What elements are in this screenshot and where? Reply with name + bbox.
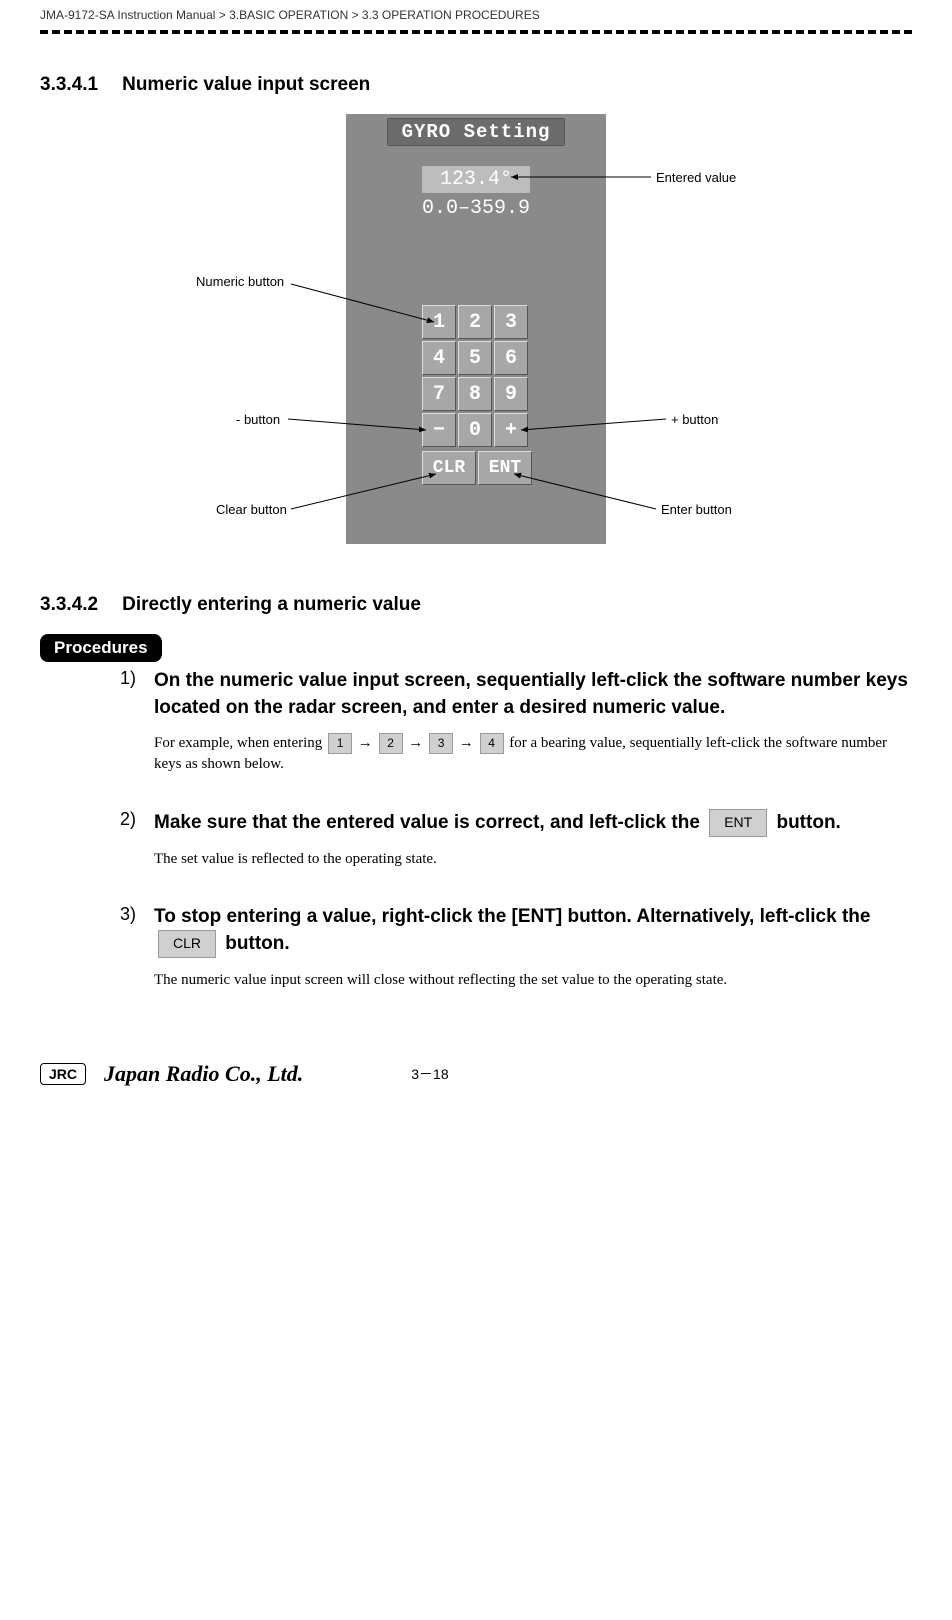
inline-key-3: 3 — [429, 733, 453, 754]
step-title-text: button. — [225, 933, 289, 954]
step-number: 2) — [120, 809, 154, 837]
step-body: The numeric value input screen will clos… — [154, 970, 912, 991]
step-title-text: Make sure that the entered value is corr… — [154, 812, 705, 833]
key-9[interactable]: 9 — [494, 377, 528, 411]
key-6[interactable]: 6 — [494, 341, 528, 375]
label-enter-button: Enter button — [661, 502, 732, 517]
gyro-figure: GYRO Setting 123.4° 0.0–359.9 1 2 3 4 5 … — [116, 114, 836, 554]
step-title: To stop entering a value, right-click th… — [154, 904, 912, 958]
inline-key-ent: ENT — [709, 809, 767, 837]
key-2[interactable]: 2 — [458, 305, 492, 339]
label-minus-button: - button — [236, 412, 280, 427]
procedure-step-2: 2) Make sure that the entered value is c… — [120, 809, 912, 870]
key-8[interactable]: 8 — [458, 377, 492, 411]
key-plus[interactable]: + — [494, 413, 528, 447]
key-0[interactable]: 0 — [458, 413, 492, 447]
key-clr[interactable]: CLR — [422, 451, 476, 485]
arrow-icon: → — [408, 735, 427, 751]
key-3[interactable]: 3 — [494, 305, 528, 339]
inline-key-1: 1 — [328, 733, 352, 754]
procedures-pill: Procedures — [40, 634, 162, 662]
gyro-range: 0.0–359.9 — [346, 197, 606, 220]
section-heading-2: 3.3.4.2 Directly entering a numeric value — [40, 594, 912, 616]
label-clear-button: Clear button — [216, 502, 287, 517]
key-4[interactable]: 4 — [422, 341, 456, 375]
gyro-panel-title: GYRO Setting — [387, 118, 566, 146]
section-title: Numeric value input screen — [122, 74, 370, 95]
section-number: 3.3.4.1 — [40, 74, 98, 95]
step-title: Make sure that the entered value is corr… — [154, 809, 841, 837]
procedure-step-3: 3) To stop entering a value, right-click… — [120, 904, 912, 991]
step-body-text: For example, when entering — [154, 735, 326, 751]
jrc-logo: JRC — [40, 1063, 86, 1085]
gyro-entered-value: 123.4° — [422, 166, 530, 193]
arrow-icon: → — [459, 735, 478, 751]
breadcrumb: JMA-9172-SA Instruction Manual > 3.BASIC… — [40, 8, 912, 22]
label-numeric-button: Numeric button — [196, 274, 284, 289]
arrow-icon: → — [358, 735, 377, 751]
page-number: 3－18 — [411, 1064, 448, 1084]
step-title-text: To stop entering a value, right-click th… — [154, 906, 870, 927]
step-title: On the numeric value input screen, seque… — [154, 668, 912, 721]
section-number-2: 3.3.4.2 — [40, 594, 98, 615]
section-heading-1: 3.3.4.1 Numeric value input screen — [40, 74, 912, 96]
page-footer: JRC Japan Radio Co., Ltd. 3－18 — [40, 1061, 912, 1087]
label-entered-value: Entered value — [656, 170, 736, 185]
label-plus-button: + button — [671, 412, 718, 427]
inline-key-4: 4 — [480, 733, 504, 754]
step-body: The set value is reflected to the operat… — [154, 849, 912, 870]
section-title-2: Directly entering a numeric value — [122, 594, 421, 615]
key-ent[interactable]: ENT — [478, 451, 532, 485]
step-number: 3) — [120, 904, 154, 958]
inline-key-clr: CLR — [158, 930, 216, 958]
inline-key-2: 2 — [379, 733, 403, 754]
step-body: For example, when entering 1 → 2 → 3 → 4… — [154, 733, 912, 775]
key-minus[interactable]: − — [422, 413, 456, 447]
step-title-text: button. — [776, 812, 840, 833]
gyro-panel: GYRO Setting 123.4° 0.0–359.9 1 2 3 4 5 … — [346, 114, 606, 544]
keypad: 1 2 3 4 5 6 7 8 9 − 0 + — [421, 304, 533, 486]
company-name: Japan Radio Co., Ltd. — [104, 1061, 303, 1087]
procedure-step-1: 1) On the numeric value input screen, se… — [120, 668, 912, 775]
key-5[interactable]: 5 — [458, 341, 492, 375]
key-7[interactable]: 7 — [422, 377, 456, 411]
divider-dashed — [40, 30, 912, 34]
key-1[interactable]: 1 — [422, 305, 456, 339]
step-number: 1) — [120, 668, 154, 721]
